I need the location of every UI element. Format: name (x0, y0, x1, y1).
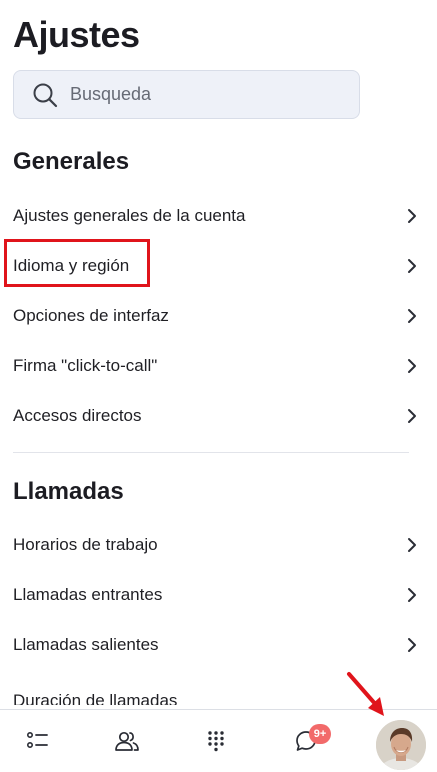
row-label: Horarios de trabajo (13, 535, 158, 554)
chevron-right-icon (406, 208, 418, 224)
contacts-icon[interactable] (110, 724, 144, 758)
highlight-box (4, 239, 150, 287)
row-label: Ajustes generales de la cuenta (13, 206, 246, 225)
search-input[interactable] (70, 84, 320, 105)
row-label: Opciones de interfaz (13, 306, 169, 325)
search-icon (33, 83, 58, 107)
row-label: Accesos directos (13, 406, 142, 425)
settings-row-call-duration-partial[interactable]: Duración de llamadas (13, 683, 177, 705)
page-title: Ajustes (13, 14, 140, 55)
settings-row-outgoing-calls[interactable]: Llamadas salientes (13, 625, 418, 665)
settings-row-incoming-calls[interactable]: Llamadas entrantes (13, 575, 418, 615)
settings-row-click-to-call[interactable]: Firma "click-to-call" (13, 346, 418, 386)
chevron-right-icon (406, 637, 418, 653)
row-label: Llamadas salientes (13, 635, 159, 654)
section-title-llamadas: Llamadas (13, 478, 124, 505)
row-label: Firma "click-to-call" (13, 356, 158, 375)
settings-row-shortcuts[interactable]: Accesos directos (13, 396, 418, 436)
section-title-generales: Generales (13, 148, 130, 175)
row-label: Duración de llamadas (13, 691, 178, 705)
chevron-right-icon (406, 258, 418, 274)
section-divider (13, 452, 409, 453)
chevron-right-icon (406, 587, 418, 603)
search-bar[interactable] (13, 70, 360, 119)
chevron-right-icon (406, 308, 418, 324)
avatar[interactable] (376, 720, 426, 770)
settings-row-account[interactable]: Ajustes generales de la cuenta (13, 196, 418, 236)
row-label: Llamadas entrantes (13, 585, 163, 604)
chevron-right-icon (406, 537, 418, 553)
chevron-right-icon (406, 358, 418, 374)
chevron-right-icon (406, 408, 418, 424)
settings-row-interface[interactable]: Opciones de interfaz (13, 296, 418, 336)
dialpad-icon[interactable] (199, 724, 233, 758)
settings-row-working-hours[interactable]: Horarios de trabajo (13, 525, 418, 565)
list-icon[interactable] (21, 724, 55, 758)
notification-badge: 9+ (309, 724, 331, 744)
annotation-arrow-icon (347, 672, 384, 716)
